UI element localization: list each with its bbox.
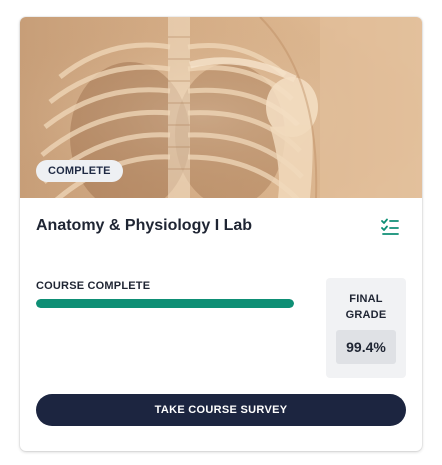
progress-bar xyxy=(36,299,294,308)
course-card: COMPLETE Anatomy & Physiology I Lab COUR… xyxy=(20,17,422,451)
final-grade-label-line1: FINAL xyxy=(349,293,383,305)
progress-bar-fill xyxy=(36,299,294,308)
status-badge: COMPLETE xyxy=(36,160,123,182)
course-title: Anatomy & Physiology I Lab xyxy=(36,217,253,234)
take-course-survey-button[interactable]: TAKE COURSE SURVEY xyxy=(36,394,406,426)
course-image: COMPLETE xyxy=(20,17,422,198)
final-grade-label: FINAL GRADE xyxy=(326,291,406,323)
final-grade-label-line2: GRADE xyxy=(345,309,387,321)
final-grade-box: FINAL GRADE 99.4% xyxy=(326,278,406,378)
checklist-icon[interactable] xyxy=(380,217,400,237)
progress-label: COURSE COMPLETE xyxy=(36,280,151,292)
final-grade-value: 99.4% xyxy=(336,330,396,364)
